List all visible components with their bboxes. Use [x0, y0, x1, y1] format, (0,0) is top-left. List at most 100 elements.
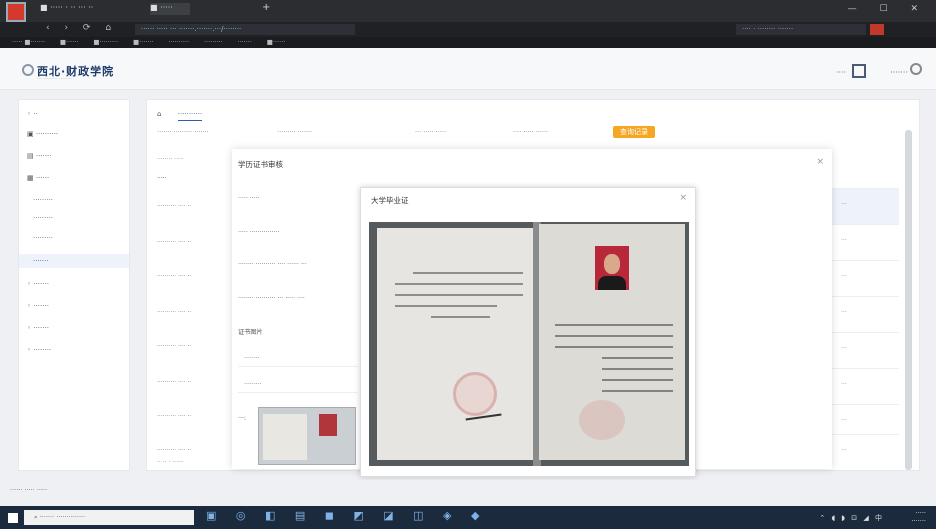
sidebar-item[interactable]: ▣ ··········	[27, 130, 58, 138]
certificate-thumbnail[interactable]	[258, 407, 356, 465]
table-row[interactable]: ·········· ···· ··	[157, 270, 233, 284]
query-button[interactable]: 查询记录	[613, 126, 655, 138]
sidebar-item[interactable]: ◦ ·······	[27, 280, 49, 288]
bookmark-item[interactable]: ··········	[168, 37, 189, 48]
sidebar: ◦ ·· ▣ ·········· ▤ ······· ▦ ······ ···…	[18, 99, 130, 471]
browser-toolbar: ‹ › ⟳ ⌂ ······ ····· ··· ·······.·······…	[0, 22, 936, 37]
table-cell-action[interactable]: ···	[829, 332, 899, 368]
portrait-photo	[595, 246, 629, 290]
modal-field: ····· ···············	[238, 229, 280, 236]
table-row[interactable]: ·····	[157, 172, 233, 186]
bookmarks-bar: ····· ■······· ■······ ■········· ■·····…	[0, 37, 936, 48]
tab-home[interactable]: ⌂	[157, 110, 161, 118]
table-row[interactable]: ·········· ···· ··	[157, 444, 233, 458]
bookmark-item[interactable]: ·······	[237, 37, 251, 48]
cell-text: ···	[841, 201, 847, 208]
sidebar-item[interactable]: ▦ ······	[27, 174, 49, 182]
sidebar-item[interactable]: ◦ ·······	[27, 324, 49, 332]
table-row[interactable]: ·········· ···· ··	[157, 340, 233, 354]
table-row[interactable]: ·········· ···· ··	[157, 200, 233, 214]
modal-field-value: ········	[238, 351, 358, 367]
bookmark-item[interactable]: ■······	[60, 37, 79, 48]
table-row[interactable]: ·········· ···· ··	[157, 410, 233, 424]
sidebar-subitem[interactable]: ·········	[33, 196, 53, 204]
clock-time: ·····	[915, 509, 926, 517]
cell-text: ···	[841, 237, 847, 244]
sidebar-item[interactable]: ◦ ········	[27, 346, 51, 354]
certificate-right-page	[539, 224, 685, 460]
thumbnail-portrait	[319, 414, 337, 436]
table-row[interactable]: ·········· ···· ··	[157, 306, 233, 320]
table-cell-action[interactable]: ···	[829, 296, 899, 332]
address-bar[interactable]: ······ ····· ··· ·······.·······.···/···…	[135, 24, 355, 35]
table-column-header: ········ ·····	[157, 156, 184, 163]
table-cell-action[interactable]: ···	[829, 368, 899, 404]
nav-buttons[interactable]: ‹ › ⟳ ⌂	[46, 23, 117, 33]
windows-start-icon[interactable]	[8, 513, 18, 523]
app-logo-icon	[6, 2, 26, 22]
modal-field: ····· ·····	[238, 195, 260, 202]
image-preview-window: 大学毕业证 ×	[360, 187, 696, 477]
header-user-label: ····	[835, 68, 846, 77]
close-icon[interactable]: ×	[679, 193, 687, 203]
modal-field: ········ ·········· ···· ······ ···	[238, 261, 307, 268]
page-footer: ······ ····· ·····	[0, 480, 936, 500]
table-cell-action[interactable]: ···	[829, 434, 899, 470]
table-cell-action[interactable]: ···	[829, 188, 899, 224]
browser-search-box[interactable]: ···· · ········ ·······	[736, 24, 866, 35]
sidebar-subitem[interactable]: ·········	[33, 214, 53, 222]
filter-field[interactable]: ···· ····· ······	[513, 128, 548, 136]
filter-field[interactable]: ······· ········· ·······	[157, 128, 209, 136]
tab-current[interactable]: ···········	[177, 110, 203, 121]
browser-tab[interactable]: ■ ····· · ·· ··· ··	[40, 3, 140, 15]
sidebar-subitem[interactable]: ·········	[33, 234, 53, 242]
cell-text: ···	[841, 381, 847, 388]
scrollbar[interactable]	[905, 130, 912, 470]
sidebar-item[interactable]: ▤ ·······	[27, 152, 51, 160]
taskbar-clock[interactable]: ····· ·······	[912, 509, 926, 525]
pagination[interactable]: ·· ·· · ······	[157, 459, 184, 466]
sidebar-item[interactable]: ◦ ··	[27, 110, 38, 118]
sidebar-item[interactable]: ◦ ·······	[27, 302, 49, 310]
site-logo-subtitle: ··· ········· ········	[37, 76, 72, 82]
bookmark-item[interactable]: ■······	[267, 37, 286, 48]
system-tray[interactable]: ⌃ ◖ ◗ ⊡ ◢ 中	[819, 513, 884, 523]
bookmark-item[interactable]: ■·········	[93, 37, 118, 48]
header-user-name[interactable]: ·······	[890, 68, 908, 77]
bookmark-item[interactable]: ·········	[204, 37, 223, 48]
preview-title: 大学毕业证	[371, 196, 409, 205]
table-row[interactable]: ·········· ···· ··	[157, 376, 233, 390]
table-cell-action[interactable]: ···	[829, 260, 899, 296]
grid-icon[interactable]	[852, 64, 866, 78]
table-row[interactable]: ·········· ···· ··	[157, 236, 233, 250]
certificate-image-label: 证书图片	[238, 329, 263, 336]
table-cell-action[interactable]: ···	[829, 224, 899, 260]
cell-text: ···	[841, 447, 847, 454]
window-controls[interactable]: — ☐ ✕	[848, 4, 928, 14]
new-tab-icon[interactable]: +	[262, 2, 270, 13]
modal-title: 学历证书审核	[238, 160, 283, 169]
thumbnail-page	[263, 414, 307, 460]
taskbar-app-icons[interactable]: ▣ ◎ ◧ ▤ ◼ ◩ ◪ ◫ ◈ ◆	[206, 509, 487, 522]
bookmark-item[interactable]: ■·······	[133, 37, 154, 48]
sidebar-subitem-active[interactable]: ·······	[19, 254, 129, 268]
avatar[interactable]	[910, 63, 922, 75]
photo-label: ···:	[238, 415, 246, 422]
browser-tab-active[interactable]: ■ ·····	[150, 3, 190, 15]
certificate-photo	[369, 222, 689, 466]
os-taskbar: ⌕ ······· ·············· ▣ ◎ ◧ ▤ ◼ ◩ ◪ ◫…	[0, 506, 936, 529]
certificate-text	[395, 272, 523, 327]
filter-field[interactable]: ··· ····· ·····	[415, 128, 446, 136]
extension-icon[interactable]	[870, 24, 884, 35]
cell-text: ···	[841, 309, 847, 316]
app-header: 西北·财政学院 ··· ········· ········ ···· ····…	[0, 48, 936, 90]
taskbar-search-input[interactable]: ⌕ ······· ··············	[24, 510, 194, 525]
footer-text: ······ ····· ·····	[10, 486, 48, 494]
bookmark-item[interactable]: ····· ■·······	[12, 37, 45, 48]
certificate-left-page	[377, 228, 535, 460]
close-icon[interactable]: ×	[816, 157, 824, 167]
modal-field-value: ·········	[238, 377, 358, 393]
filter-field[interactable]: ········· ·······	[277, 128, 312, 136]
page-tabs: ⌂ ···········	[157, 110, 203, 121]
cell-text: ···	[841, 273, 847, 280]
